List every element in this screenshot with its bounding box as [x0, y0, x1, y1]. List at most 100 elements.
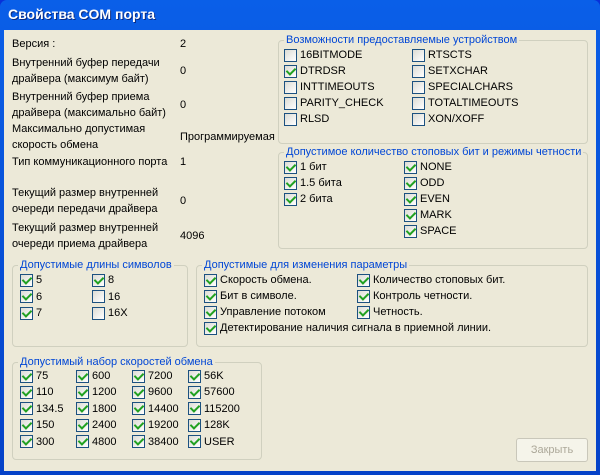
checkbox-checked-icon[interactable]	[204, 305, 217, 319]
checkbox-user[interactable]: USER	[188, 434, 235, 450]
checkbox-checked-icon[interactable]	[20, 273, 33, 287]
checkbox-checked-icon[interactable]	[188, 418, 201, 432]
close-button[interactable]: Закрыть	[516, 438, 588, 462]
checkbox-space[interactable]: SPACE	[404, 223, 456, 239]
checkbox-110[interactable]: 110	[20, 384, 54, 400]
checkbox-checked-icon[interactable]	[284, 64, 297, 78]
checkbox-checked-icon[interactable]	[357, 305, 370, 319]
checkbox-unchecked-icon[interactable]	[412, 112, 425, 126]
checkbox-unchecked-icon[interactable]	[284, 112, 297, 126]
checkbox-128k[interactable]: 128K	[188, 417, 230, 433]
checkbox-checked-icon[interactable]	[132, 385, 145, 399]
checkbox-19200[interactable]: 19200	[132, 417, 179, 433]
checkbox-rtscts[interactable]: RTSCTS	[412, 47, 472, 63]
checkbox-setxchar[interactable]: SETXCHAR	[412, 63, 488, 79]
checkbox-детектирование-наличия-сигнала-в-приемной-линии-[interactable]: Детектирование наличия сигнала в приемно…	[204, 320, 491, 336]
checkbox-checked-icon[interactable]	[76, 418, 89, 432]
checkbox-7[interactable]: 7	[20, 305, 42, 321]
checkbox-57600[interactable]: 57600	[188, 384, 235, 400]
checkbox-specialchars[interactable]: SPECIALCHARS	[412, 79, 513, 95]
checkbox-14400[interactable]: 14400	[132, 401, 179, 417]
checkbox-16x[interactable]: 16X	[92, 305, 128, 321]
checkbox-checked-icon[interactable]	[204, 321, 217, 335]
checkbox-7200[interactable]: 7200	[132, 368, 172, 384]
checkbox-38400[interactable]: 38400	[132, 434, 179, 450]
checkbox-checked-icon[interactable]	[20, 290, 33, 303]
checkbox-checked-icon[interactable]	[404, 176, 417, 190]
checkbox-бит-в-символе-[interactable]: Бит в символе.	[204, 288, 297, 304]
checkbox-checked-icon[interactable]	[188, 369, 201, 383]
checkbox-unchecked-icon[interactable]	[284, 80, 297, 94]
checkbox-1-5-бита[interactable]: 1.5 бита	[284, 175, 342, 191]
checkbox-2400[interactable]: 2400	[76, 417, 116, 433]
checkbox-even[interactable]: EVEN	[404, 191, 450, 207]
checkbox-checked-icon[interactable]	[76, 402, 89, 416]
checkbox-checked-icon[interactable]	[357, 273, 370, 287]
checkbox-checked-icon[interactable]	[20, 369, 33, 383]
checkbox-600[interactable]: 600	[76, 368, 110, 384]
checkbox-mark[interactable]: MARK	[404, 207, 452, 223]
checkbox-150[interactable]: 150	[20, 417, 54, 433]
checkbox-checked-icon[interactable]	[132, 402, 145, 416]
checkbox-checked-icon[interactable]	[404, 208, 417, 222]
checkbox-checked-icon[interactable]	[20, 418, 33, 432]
checkbox-unchecked-icon[interactable]	[92, 290, 105, 303]
checkbox-6[interactable]: 6	[20, 289, 42, 305]
checkbox-1200[interactable]: 1200	[76, 384, 116, 400]
checkbox-checked-icon[interactable]	[188, 385, 201, 399]
checkbox-checked-icon[interactable]	[20, 306, 33, 320]
checkbox-1800[interactable]: 1800	[76, 401, 116, 417]
checkbox-контроль-четности-[interactable]: Контроль четности.	[357, 288, 472, 304]
checkbox-1-бит[interactable]: 1 бит	[284, 159, 327, 175]
checkbox-checked-icon[interactable]	[284, 176, 297, 190]
checkbox-115200[interactable]: 115200	[188, 401, 240, 417]
checkbox-unchecked-icon[interactable]	[412, 80, 425, 94]
checkbox-totaltimeouts[interactable]: TOTALTIMEOUTS	[412, 95, 518, 111]
checkbox-inttimeouts[interactable]: INTTIMEOUTS	[284, 79, 375, 95]
checkbox-checked-icon[interactable]	[76, 385, 89, 399]
checkbox-odd[interactable]: ODD	[404, 175, 444, 191]
checkbox-checked-icon[interactable]	[76, 369, 89, 383]
checkbox-checked-icon[interactable]	[284, 192, 297, 206]
checkbox-checked-icon[interactable]	[132, 435, 145, 449]
checkbox-checked-icon[interactable]	[76, 435, 89, 449]
checkbox-4800[interactable]: 4800	[76, 434, 116, 450]
checkbox-checked-icon[interactable]	[132, 418, 145, 432]
checkbox-8[interactable]: 8	[92, 272, 114, 288]
checkbox-dtrdsr[interactable]: DTRDSR	[284, 63, 346, 79]
checkbox-checked-icon[interactable]	[204, 273, 217, 287]
checkbox-9600[interactable]: 9600	[132, 384, 172, 400]
checkbox-unchecked-icon[interactable]	[412, 96, 425, 110]
checkbox-checked-icon[interactable]	[188, 435, 201, 449]
checkbox-parity-check[interactable]: PARITY_CHECK	[284, 95, 384, 111]
checkbox-16bitmode[interactable]: 16BITMODE	[284, 47, 362, 63]
checkbox-xon-xoff[interactable]: XON/XOFF	[412, 111, 484, 127]
checkbox-16[interactable]: 16	[92, 289, 120, 305]
checkbox-5[interactable]: 5	[20, 272, 42, 288]
checkbox-unchecked-icon[interactable]	[284, 48, 297, 62]
checkbox-checked-icon[interactable]	[20, 402, 33, 416]
checkbox-checked-icon[interactable]	[20, 435, 33, 449]
checkbox-checked-icon[interactable]	[357, 289, 370, 303]
checkbox-количество-стоповых-бит-[interactable]: Количество стоповых бит.	[357, 272, 505, 288]
checkbox-rlsd[interactable]: RLSD	[284, 111, 329, 127]
checkbox-checked-icon[interactable]	[404, 192, 417, 206]
checkbox-checked-icon[interactable]	[92, 273, 105, 287]
checkbox-checked-icon[interactable]	[132, 369, 145, 383]
checkbox-четность-[interactable]: Четность.	[357, 304, 423, 320]
checkbox-скорость-обмена-[interactable]: Скорость обмена.	[204, 272, 312, 288]
checkbox-checked-icon[interactable]	[20, 385, 33, 399]
checkbox-134-5[interactable]: 134.5	[20, 401, 64, 417]
checkbox-checked-icon[interactable]	[404, 224, 417, 238]
checkbox-unchecked-icon[interactable]	[284, 96, 297, 110]
checkbox-checked-icon[interactable]	[204, 289, 217, 303]
checkbox-75[interactable]: 75	[20, 368, 48, 384]
checkbox-checked-icon[interactable]	[404, 160, 417, 174]
checkbox-checked-icon[interactable]	[284, 160, 297, 174]
checkbox-56k[interactable]: 56K	[188, 368, 224, 384]
checkbox-unchecked-icon[interactable]	[412, 64, 425, 78]
checkbox-300[interactable]: 300	[20, 434, 54, 450]
checkbox-checked-icon[interactable]	[188, 402, 201, 416]
checkbox-управление-потоком[interactable]: Управление потоком	[204, 304, 326, 320]
checkbox-2-бита[interactable]: 2 бита	[284, 191, 333, 207]
